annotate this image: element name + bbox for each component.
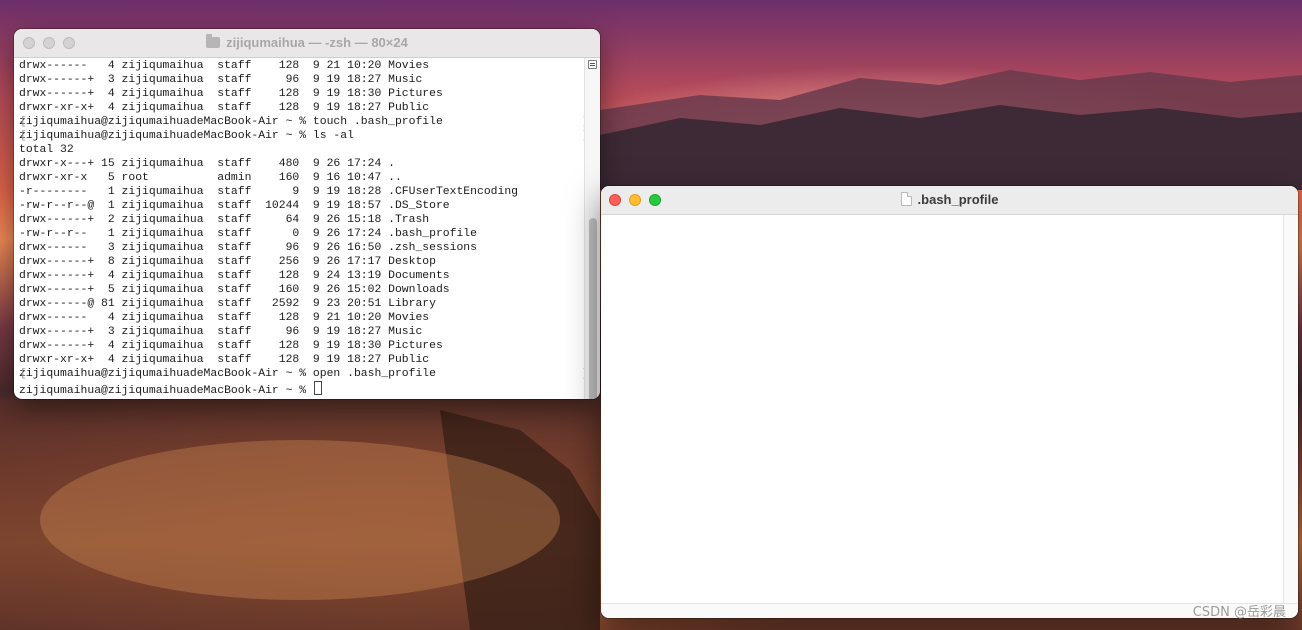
terminal-line: drwx------+ 8 zijiqumaihua staff 256 9 2… [19,256,436,268]
terminal-line: drwxr-x---+ 15 zijiqumaihua staff 480 9 … [19,158,395,170]
terminal-titlebar[interactable]: zijiqumaihua — -zsh — 80×24 [14,29,600,58]
terminal-line: zijiqumaihua@zijiqumaihuadeMacBook-Air ~… [19,367,584,381]
terminal-scrollbar[interactable] [584,58,600,399]
folder-icon [206,34,221,48]
terminal-output[interactable]: drwx------ 4 zijiqumaihua staff 128 9 21… [14,58,584,399]
terminal-line: total 32 [19,144,74,156]
watermark: CSDN @岳彩晨 [1192,605,1286,620]
terminal-line: -rw-r--r-- 1 zijiqumaihua staff 0 9 26 1… [19,228,477,240]
terminal-line: drwx------+ 3 zijiqumaihua staff 96 9 19… [19,326,423,338]
text-cursor [313,381,322,395]
terminal-window[interactable]: zijiqumaihua — -zsh — 80×24 drwx------ 4… [14,29,600,399]
editor-titlebar[interactable]: .bash_profile [601,186,1298,215]
terminal-line: drwx------+ 4 zijiqumaihua staff 128 9 2… [19,270,450,282]
terminal-line: zijiqumaihua@zijiqumaihuadeMacBook-Air ~… [19,115,584,129]
terminal-title: zijiqumaihua — -zsh — 80×24 [14,34,600,50]
vertical-scrollbar[interactable] [1283,215,1298,604]
textedit-window[interactable]: .bash_profile [601,186,1298,618]
terminal-line: drwx------+ 4 zijiqumaihua staff 128 9 1… [19,340,443,352]
terminal-line: drwx------+ 3 zijiqumaihua staff 96 9 19… [19,74,423,86]
terminal-line: drwxr-xr-x+ 4 zijiqumaihua staff 128 9 1… [19,354,430,366]
terminal-line: drwx------+ 5 zijiqumaihua staff 160 9 2… [19,284,450,296]
editor-title-text: .bash_profile [917,192,999,207]
terminal-line: drwxr-xr-x+ 4 zijiqumaihua staff 128 9 1… [19,102,430,114]
scroll-marks-icon[interactable] [588,60,597,69]
terminal-line: drwxr-xr-x 5 root admin 160 9 16 10:47 .… [19,172,402,184]
terminal-line: zijiqumaihua@zijiqumaihuadeMacBook-Air ~… [19,129,584,143]
terminal-prompt-line[interactable]: zijiqumaihua@zijiqumaihuadeMacBook-Air ~… [19,381,584,397]
terminal-line: -rw-r--r--@ 1 zijiqumaihua staff 10244 9… [19,200,450,212]
terminal-line: drwx------ 3 zijiqumaihua staff 96 9 26 … [19,242,477,254]
terminal-line: drwx------@ 81 zijiqumaihua staff 2592 9… [19,298,436,310]
document-icon [900,192,912,206]
terminal-line: drwx------ 4 zijiqumaihua staff 128 9 21… [19,60,430,72]
editor-title: .bash_profile [601,192,1298,207]
terminal-line: -r-------- 1 zijiqumaihua staff 9 9 19 1… [19,186,518,198]
scrollbar-thumb[interactable] [589,218,597,399]
prompt-text: zijiqumaihua@zijiqumaihuadeMacBook-Air ~… [19,385,313,397]
document-text-area[interactable] [601,215,1284,604]
terminal-line: drwx------+ 2 zijiqumaihua staff 64 9 26… [19,214,430,226]
terminal-line: drwx------ 4 zijiqumaihua staff 128 9 21… [19,312,430,324]
terminal-title-text: zijiqumaihua — -zsh — 80×24 [226,35,408,50]
terminal-line: drwx------+ 4 zijiqumaihua staff 128 9 1… [19,88,443,100]
